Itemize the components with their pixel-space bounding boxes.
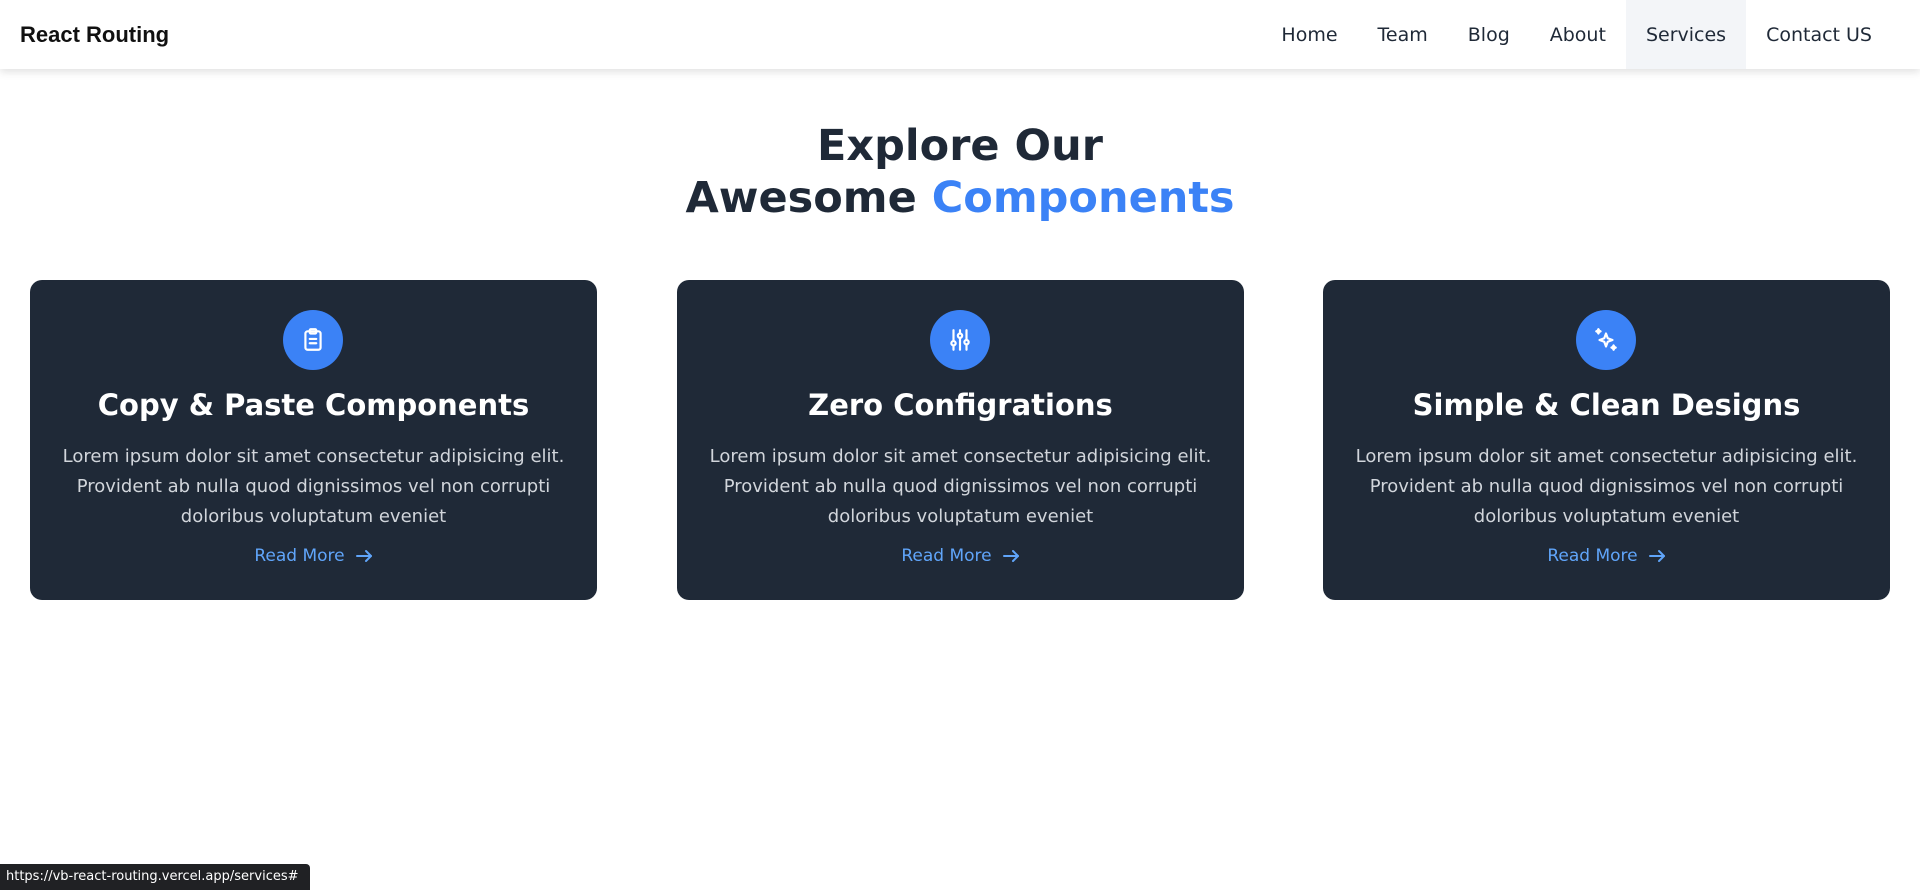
title-line-2-prefix: Awesome [685,173,917,223]
brand-logo-text[interactable]: React Routing [20,22,169,48]
arrow-right-icon [355,550,372,562]
read-more-label: Read More [254,546,345,566]
feature-card: Zero Configrations Lorem ipsum dolor sit… [677,280,1244,600]
read-more-label: Read More [901,546,992,566]
read-more-link[interactable]: Read More [30,546,597,566]
sparkles-icon [1576,310,1636,370]
feature-card: Copy & Paste Components Lorem ipsum dolo… [30,280,597,600]
nav-links: Home Team Blog About Services Contact US [1261,0,1892,69]
card-text: Lorem ipsum dolor sit amet consectetur a… [1355,446,1858,527]
card-title: Copy & Paste Components [97,388,530,422]
read-more-label: Read More [1547,546,1638,566]
feature-card: Simple & Clean Designs Lorem ipsum dolor… [1323,280,1890,600]
title-line-2-accent: Components [931,173,1235,223]
sliders-icon [930,310,990,370]
navbar: React Routing Home Team Blog About Servi… [0,0,1920,69]
read-more-link[interactable]: Read More [1323,546,1890,566]
card-title: Zero Configrations [808,388,1113,422]
card-text: Lorem ipsum dolor sit amet consectetur a… [62,446,565,527]
nav-services[interactable]: Services [1625,0,1747,69]
nav-contact[interactable]: Contact US [1746,0,1892,69]
clipboard-icon [283,310,343,370]
nav-home[interactable]: Home [1261,0,1357,69]
card-title: Simple & Clean Designs [1412,388,1801,422]
read-more-link[interactable]: Read More [677,546,1244,566]
nav-blog[interactable]: Blog [1448,0,1530,69]
browser-status-url: https://vb-react-routing.vercel.app/serv… [0,864,310,890]
feature-cards: Copy & Paste Components Lorem ipsum dolo… [30,280,1891,600]
title-line-1: Explore Our [817,121,1103,171]
card-text: Lorem ipsum dolor sit amet consectetur a… [709,446,1212,527]
nav-about[interactable]: About [1530,0,1626,69]
arrow-right-icon [1002,550,1019,562]
page-title: Explore Our Awesome Components [0,120,1920,224]
arrow-right-icon [1648,550,1665,562]
nav-team[interactable]: Team [1358,0,1448,69]
